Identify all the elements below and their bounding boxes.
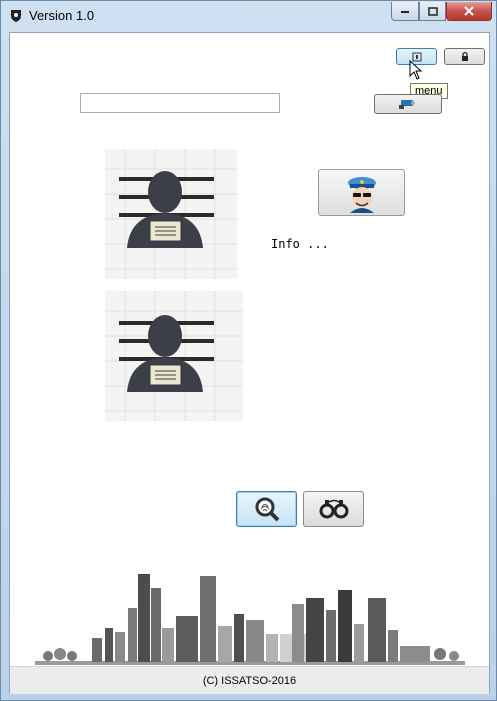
maximize-icon xyxy=(427,6,438,16)
cursor-icon xyxy=(409,60,423,80)
minimize-icon xyxy=(401,11,409,13)
police-button[interactable] xyxy=(318,169,405,216)
copyright-text: (C) ISSATSO-2016 xyxy=(202,674,297,687)
lock-button[interactable] xyxy=(444,48,485,65)
camera-button[interactable] xyxy=(374,94,442,114)
close-button[interactable] xyxy=(446,2,492,21)
camera-icon xyxy=(399,100,415,109)
handcuffs-icon xyxy=(319,499,348,519)
title-bar[interactable]: Version 1.0 xyxy=(1,1,496,32)
info-label: Info ... xyxy=(271,237,329,251)
arrest-button[interactable] xyxy=(303,491,364,527)
shield-icon xyxy=(9,9,23,23)
close-icon xyxy=(464,6,474,16)
lock-icon xyxy=(461,51,468,61)
footer: (C) ISSATSO-2016 xyxy=(10,666,489,694)
minimize-button[interactable] xyxy=(391,2,419,21)
police-officer-icon xyxy=(347,176,376,213)
app-window: Version 1.0 menu Info ... (C) ISSATSO-20… xyxy=(0,0,497,701)
search-suspect-button[interactable] xyxy=(236,491,297,527)
maximize-button[interactable] xyxy=(419,2,446,21)
suspect-photo-2 xyxy=(105,291,243,421)
main-panel: menu Info ... (C) ISSATSO-2016 xyxy=(9,32,490,694)
magnifier-fingerprint-icon xyxy=(255,497,279,522)
window-title: Version 1.0 xyxy=(29,8,95,23)
search-input[interactable] xyxy=(80,93,280,113)
suspect-photo-1 xyxy=(105,149,237,279)
city-skyline-image xyxy=(35,574,465,665)
